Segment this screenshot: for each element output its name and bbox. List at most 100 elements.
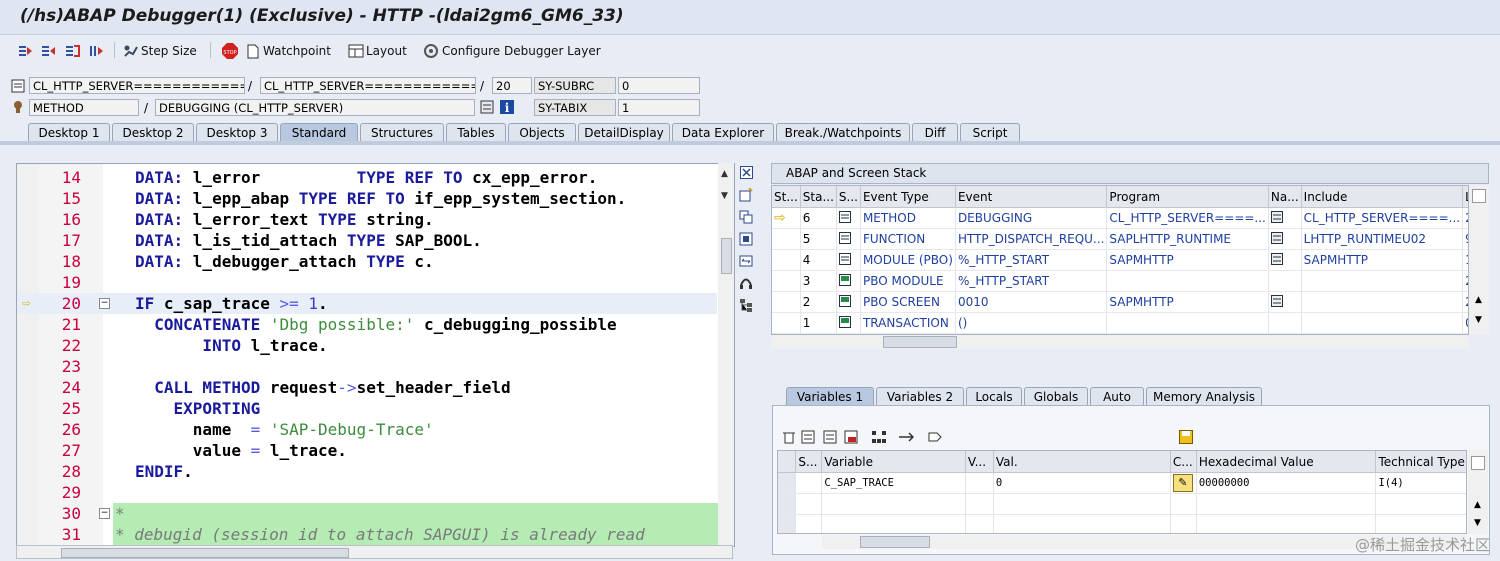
replace-tool-icon[interactable] xyxy=(739,210,753,224)
include-name[interactable] xyxy=(1301,270,1464,292)
variable-value[interactable]: 0 xyxy=(993,472,1171,494)
event-type[interactable]: FUNCTION xyxy=(860,228,956,250)
event-name[interactable]: HTTP_DISPATCH_REQU... xyxy=(955,228,1108,250)
code-line[interactable]: 17 DATA: l_is_tid_attach TYPE SAP_BOOL. xyxy=(17,230,717,251)
event-type-icon[interactable] xyxy=(836,207,861,229)
column-header[interactable] xyxy=(778,451,797,473)
tab-breakpoints[interactable]: Break./Watchpoints xyxy=(776,123,910,141)
scroll-thumb[interactable] xyxy=(61,548,349,558)
editor-horizontal-scrollbar[interactable] xyxy=(16,545,733,559)
tab-standard[interactable]: Standard xyxy=(280,123,358,141)
include-name[interactable]: SAPMHTTP xyxy=(1301,249,1464,271)
event-name[interactable]: %_HTTP_START xyxy=(955,270,1108,292)
program-name[interactable]: SAPMHTTP xyxy=(1106,291,1269,313)
tab-locals[interactable]: Locals xyxy=(966,387,1022,405)
code-line[interactable]: 26 name = 'SAP-Debug-Trace' xyxy=(17,419,717,440)
variable-row[interactable] xyxy=(778,514,1466,533)
code-line[interactable]: 28 ENDIF. xyxy=(17,461,717,482)
event-type[interactable]: PBO SCREEN xyxy=(860,291,956,313)
tab-auto[interactable]: Auto xyxy=(1090,387,1144,405)
program-name[interactable]: CL_HTTP_SERVER====... xyxy=(1106,207,1269,229)
code-line[interactable]: 31 * debugid (session id to attach SAPGUI… xyxy=(62,524,733,545)
column-settings-icon[interactable] xyxy=(1471,456,1485,470)
tab-variables-2[interactable]: Variables 2 xyxy=(876,387,964,405)
tab-desktop-3[interactable]: Desktop 3 xyxy=(196,123,278,141)
row-selector[interactable] xyxy=(778,472,797,494)
variable-value[interactable] xyxy=(993,514,1171,533)
insert-icon[interactable] xyxy=(801,430,815,447)
step-size-button[interactable]: Step Size xyxy=(123,42,197,60)
navigate-icon[interactable] xyxy=(1268,291,1302,313)
stop-icon[interactable]: STOP xyxy=(222,42,238,60)
tab-structures[interactable]: Structures xyxy=(360,123,444,141)
scroll-down-icon[interactable]: ▼ xyxy=(1475,315,1482,325)
scroll-thumb[interactable] xyxy=(721,238,732,274)
info-icon[interactable]: i xyxy=(500,100,514,117)
code-line[interactable]: 21 CONCATENATE 'Dbg possible:' c_debuggi… xyxy=(17,314,717,335)
current-frame-arrow-icon[interactable] xyxy=(772,249,801,271)
code-line[interactable]: 19 xyxy=(17,272,717,293)
structure-icon[interactable] xyxy=(871,430,887,447)
variable-name[interactable] xyxy=(821,493,966,515)
watchpoint-button[interactable]: Watchpoint xyxy=(247,42,331,60)
include-name[interactable]: LHTTP_RUNTIMEU02 xyxy=(1301,228,1464,250)
collapse-icon[interactable]: − xyxy=(99,298,110,309)
program-name[interactable]: SAPLHTTP_RUNTIME xyxy=(1106,228,1269,250)
stack-vertical-scrollbar[interactable]: ▲ ▼ xyxy=(1469,185,1489,335)
scroll-up-icon[interactable]: ▲ xyxy=(721,169,728,179)
sy-subrc-value[interactable]: 0 xyxy=(618,77,700,94)
layout-button[interactable]: Layout xyxy=(348,42,407,60)
execute-step-icon[interactable] xyxy=(41,42,56,60)
code-line[interactable]: 22 INTO l_trace. xyxy=(17,335,717,356)
event-name[interactable]: () xyxy=(955,312,1108,334)
code-line[interactable]: 20 IF c_sap_trace >= 1. − ⇨ xyxy=(17,293,717,314)
program-name[interactable]: SAPMHTTP xyxy=(1106,249,1269,271)
include-name[interactable] xyxy=(1301,312,1464,334)
stack-table[interactable]: St... Sta... S... Event Type Event Program Na.… xyxy=(771,185,1469,335)
current-frame-arrow-icon[interactable] xyxy=(772,312,801,334)
column-header[interactable]: Event Type xyxy=(860,186,956,208)
tab-detaildisplay[interactable]: DetailDisplay xyxy=(578,123,670,141)
column-header[interactable]: C... xyxy=(1170,451,1197,473)
column-header[interactable]: Sta... xyxy=(800,186,837,208)
delete-icon[interactable] xyxy=(782,430,796,447)
scroll-down-icon[interactable]: ▼ xyxy=(721,191,728,201)
column-header[interactable]: Variable xyxy=(821,451,966,473)
delete-row-icon[interactable] xyxy=(844,430,858,447)
stack-row[interactable]: 2PBO SCREEN0010SAPMHTTP2 xyxy=(772,291,1468,313)
append-icon[interactable] xyxy=(823,430,837,447)
new-tool-icon[interactable] xyxy=(739,187,753,202)
navigate-icon[interactable] xyxy=(1268,312,1302,334)
code-line[interactable]: 30 * − xyxy=(62,503,733,524)
variable-name[interactable]: C_SAP_TRACE xyxy=(821,472,966,494)
hierarchy-icon[interactable] xyxy=(739,298,753,312)
tag-icon[interactable] xyxy=(928,430,942,447)
tab-variables-1[interactable]: Variables 1 xyxy=(786,387,874,405)
tab-objects[interactable]: Objects xyxy=(508,123,576,141)
line-number-field[interactable]: 20 xyxy=(492,77,532,94)
navigate-icon[interactable] xyxy=(480,100,494,117)
event-type-field[interactable]: METHOD xyxy=(29,99,139,116)
code-line[interactable]: 24 CALL METHOD request->set_header_field xyxy=(17,377,717,398)
event-name[interactable]: DEBUGGING xyxy=(955,207,1108,229)
tab-desktop-1[interactable]: Desktop 1 xyxy=(28,123,110,141)
row-selector[interactable] xyxy=(778,514,797,533)
code-line[interactable]: 18 DATA: l_debugger_attach TYPE c. xyxy=(17,251,717,272)
tab-tables[interactable]: Tables xyxy=(446,123,506,141)
event-type-icon[interactable] xyxy=(836,228,861,250)
stack-row[interactable]: ⇨ 6 METHOD DEBUGGING CL_HTTP_SERVER====... CL… xyxy=(772,207,1468,229)
stack-row[interactable]: 3PBO MODULE%_HTTP_START2 xyxy=(772,270,1468,292)
variables-vertical-scrollbar[interactable]: ▲ ▼ xyxy=(1468,450,1488,534)
code-line[interactable]: 14 DATA: l_error TYPE REF TO cx_epp_error… xyxy=(17,167,717,188)
main-program-field[interactable]: CL_HTTP_SERVER===============... xyxy=(29,77,245,94)
configure-layer-button[interactable]: Configure Debugger Layer xyxy=(423,42,601,60)
navigate-icon[interactable] xyxy=(1268,249,1302,271)
column-header[interactable]: Program xyxy=(1106,186,1269,208)
services-icon[interactable] xyxy=(739,276,753,290)
scroll-up-icon[interactable]: ▲ xyxy=(1475,295,1482,305)
variable-name[interactable] xyxy=(821,514,966,533)
scroll-up-icon[interactable]: ▲ xyxy=(1474,500,1481,510)
move-icon[interactable] xyxy=(898,430,915,447)
code-line[interactable]: 25 EXPORTING xyxy=(17,398,717,419)
change-cell[interactable]: ✎ xyxy=(1170,472,1197,494)
